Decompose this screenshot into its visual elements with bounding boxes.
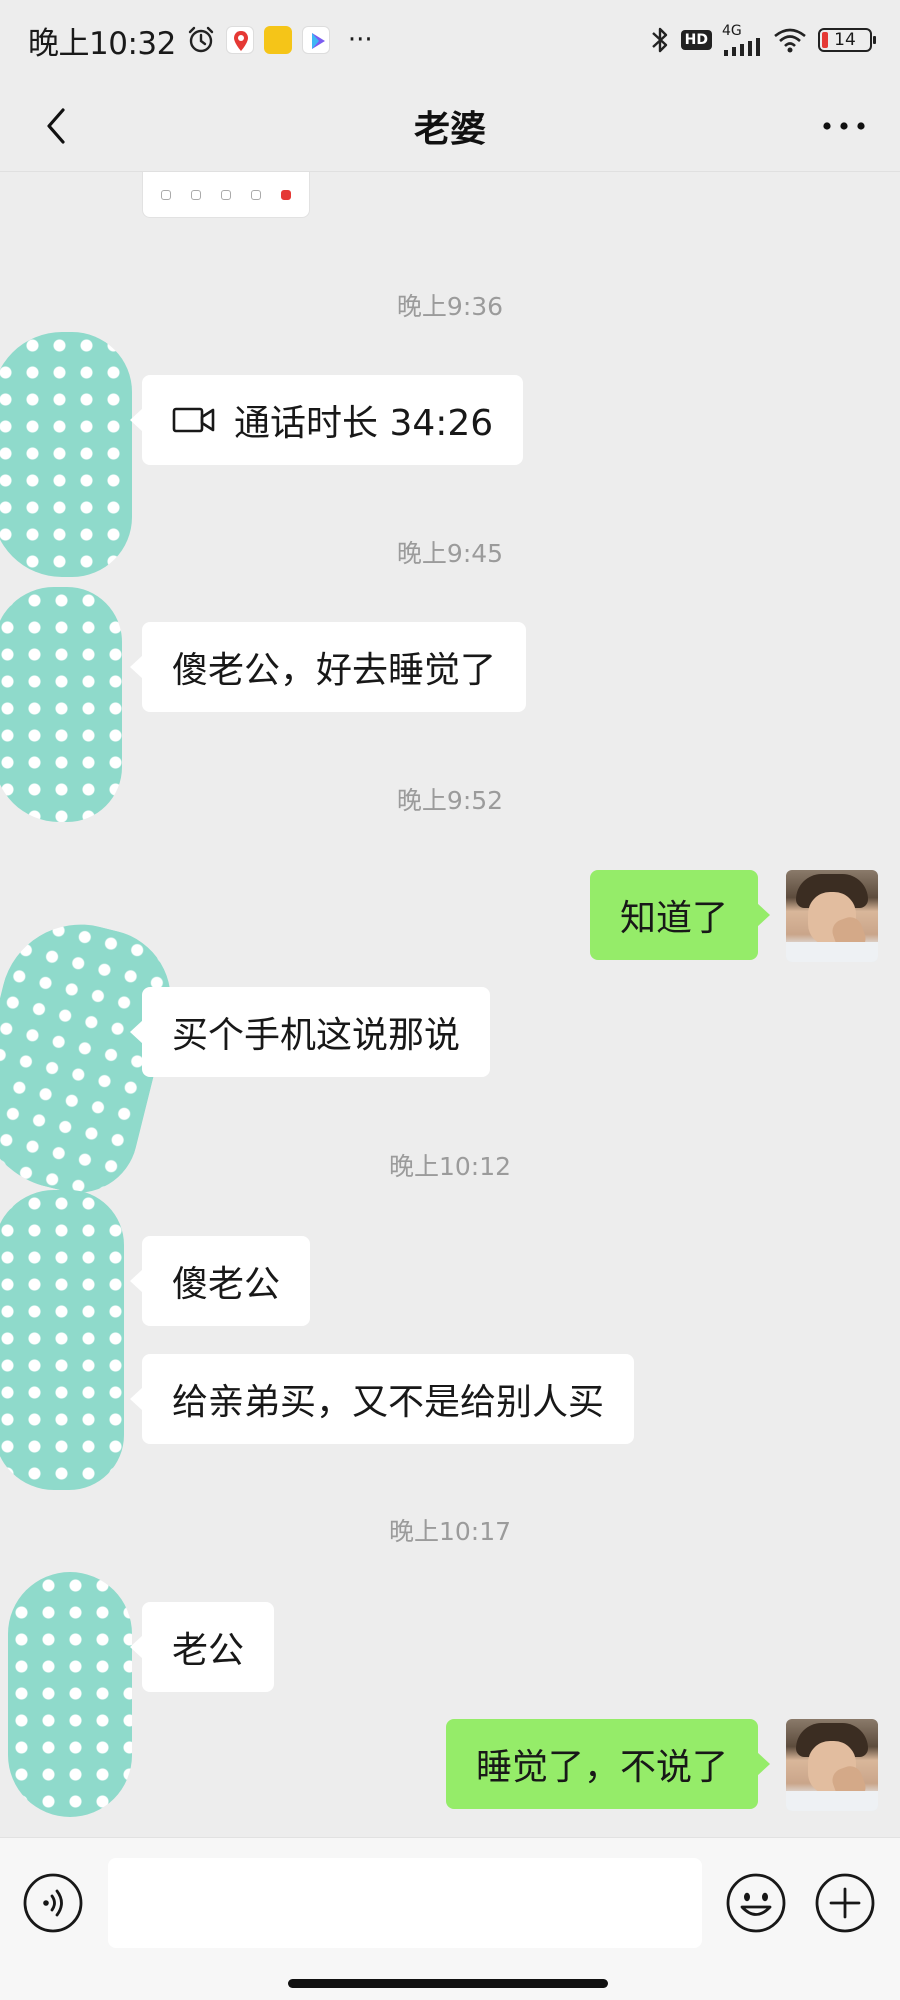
- message-bubble[interactable]: 傻老公: [129, 1236, 311, 1326]
- message-list[interactable]: 晚上9:36 通话时长 34:26 晚上9:45 傻老公，好去睡觉了 晚上9:5…: [0, 172, 900, 1837]
- timestamp: 晚上9:52: [396, 786, 504, 815]
- message-bubble[interactable]: 买个手机这说那说: [129, 987, 491, 1077]
- status-time: 晚上10:32: [28, 25, 176, 62]
- message-text: 知道了: [619, 898, 728, 939]
- message-text: 老公: [172, 1630, 245, 1671]
- message-text: 买个手机这说那说: [172, 1015, 461, 1056]
- message-bubble[interactable]: 傻老公，好去睡觉了: [129, 622, 527, 712]
- battery-indicator: 14: [818, 28, 876, 52]
- my-avatar[interactable]: [786, 870, 878, 962]
- timestamp: 晚上9:36: [396, 292, 504, 321]
- message-text: 傻老公: [172, 1264, 281, 1305]
- thumb-icon: [191, 189, 201, 200]
- input-bar: [0, 1837, 900, 2000]
- chat-header: 老婆: [0, 80, 900, 172]
- chevron-left-icon: [47, 108, 65, 144]
- thumb-icon: [221, 189, 231, 200]
- voice-button[interactable]: [22, 1872, 84, 1934]
- home-indicator[interactable]: [288, 1979, 608, 1988]
- maps-app-icon: [225, 26, 254, 54]
- status-left: 晚上10:32 ···: [28, 18, 373, 63]
- message-bubble-sent[interactable]: 知道了: [589, 870, 771, 960]
- voice-icon: [23, 1873, 83, 1933]
- bluetooth-icon: [651, 27, 667, 53]
- cell-signal: 4G: [722, 24, 762, 56]
- thumb-icon: [251, 189, 261, 200]
- message-bubble[interactable]: 老公: [129, 1602, 275, 1692]
- hd-badge: HD: [680, 30, 712, 50]
- battery-level: 14: [834, 30, 856, 50]
- message-text: 睡觉了，不说了: [475, 1747, 728, 1788]
- my-avatar[interactable]: [786, 1719, 878, 1811]
- more-button[interactable]: [814, 98, 874, 154]
- video-call-icon: [172, 405, 216, 435]
- contact-avatar[interactable]: [0, 1190, 124, 1490]
- plus-icon: [815, 1873, 875, 1933]
- message-bubble-sent[interactable]: 睡觉了，不说了: [445, 1719, 771, 1809]
- timestamp: 晚上10:17: [388, 1517, 512, 1546]
- message-input[interactable]: [108, 1858, 702, 1948]
- back-button[interactable]: [28, 98, 84, 154]
- emoji-icon: [726, 1873, 786, 1933]
- more-horizontal-icon: [823, 122, 865, 130]
- signal-icon: [724, 38, 760, 56]
- status-overflow: ···: [347, 25, 373, 55]
- play-app-icon: [301, 26, 330, 54]
- yellow-app-icon: [263, 26, 292, 54]
- thumb-icon: [161, 189, 171, 200]
- message-text: 给亲弟买，又不是给别人买: [172, 1382, 605, 1423]
- wifi-icon: [774, 28, 806, 53]
- status-bar: 晚上10:32 ··· HD 4G 14: [0, 0, 900, 80]
- contact-avatar[interactable]: [8, 1572, 132, 1817]
- thumb-icon: [281, 189, 291, 200]
- emoji-button[interactable]: [725, 1872, 787, 1934]
- network-type: 4G: [722, 23, 742, 39]
- timestamp: 晚上10:12: [388, 1152, 512, 1181]
- alarm-icon: [188, 26, 214, 53]
- status-right: HD 4G 14: [649, 24, 876, 56]
- previous-image-message[interactable]: [142, 172, 310, 218]
- message-text: 傻老公，好去睡觉了: [172, 650, 497, 691]
- message-bubble[interactable]: 给亲弟买，又不是给别人买: [129, 1354, 635, 1444]
- contact-name: 老婆: [413, 108, 486, 150]
- video-call-message[interactable]: 通话时长 34:26: [129, 375, 524, 465]
- plus-button[interactable]: [814, 1872, 876, 1934]
- timestamp: 晚上9:45: [396, 539, 504, 568]
- call-duration-text: 通话时长 34:26: [234, 403, 494, 444]
